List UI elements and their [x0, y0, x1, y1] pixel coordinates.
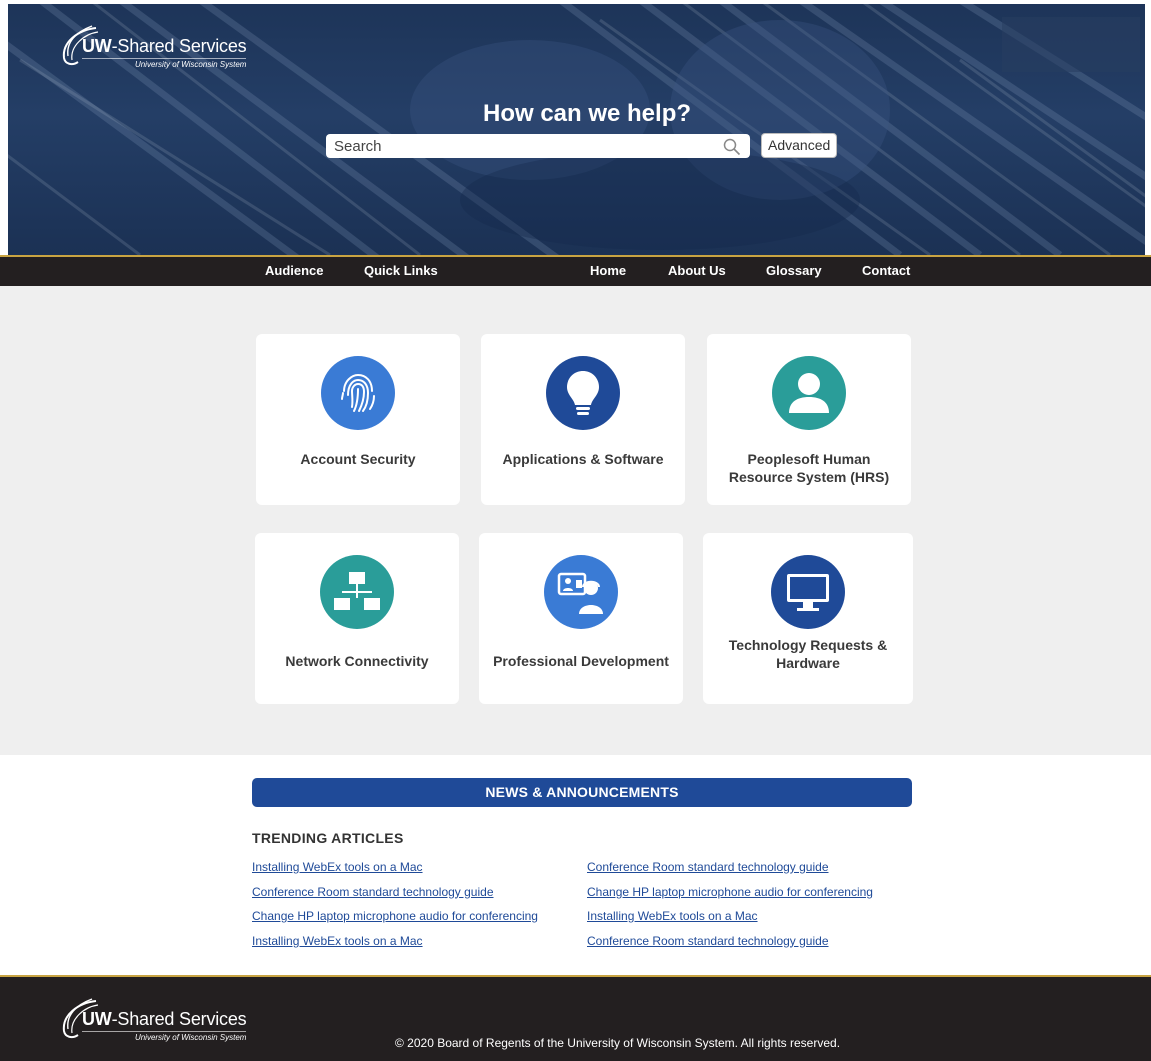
tile-label: Peoplesoft Human Resource System (HRS) [728, 451, 890, 485]
brand-name-bold: UW [82, 1009, 112, 1029]
trending-articles-heading: TRENDING ARTICLES [252, 830, 404, 846]
network-icon [320, 555, 394, 629]
article-link[interactable]: Conference Room standard technology guid… [587, 934, 873, 959]
brand-subtitle: University of Wisconsin System [82, 58, 247, 69]
footer: UW-Shared Services University of Wiscons… [0, 975, 1151, 1061]
copyright-text: © 2020 Board of Regents of the Universit… [395, 1036, 841, 1050]
tile-professional-development[interactable]: Professional Development [479, 533, 683, 704]
tile-technology-requests-hardware[interactable]: Technology Requests & Hardware [703, 533, 913, 704]
nav-item-home[interactable]: Home [590, 263, 626, 278]
tile-network-connectivity[interactable]: Network Connectivity [255, 533, 459, 704]
hero-banner: UW-Shared Services University of Wiscons… [0, 0, 1151, 255]
nav-item-contact[interactable]: Contact [862, 263, 910, 278]
lightbulb-icon [546, 356, 620, 430]
tile-label: Professional Development [493, 653, 669, 669]
footer-brand-logo[interactable]: UW-Shared Services University of Wiscons… [56, 997, 247, 1042]
tile-label: Account Security [300, 451, 416, 467]
tile-account-security[interactable]: Account Security [256, 334, 460, 505]
search-input[interactable] [326, 134, 706, 158]
article-link[interactable]: Change HP laptop microphone audio for co… [587, 885, 873, 910]
article-link[interactable]: Installing WebEx tools on a Mac [252, 860, 538, 885]
tile-peoplesoft-hrs[interactable]: Peoplesoft Human Resource System (HRS) [707, 334, 911, 505]
brand-name-bold: UW [82, 36, 112, 56]
article-link[interactable]: Installing WebEx tools on a Mac [252, 934, 538, 959]
brand-name-rest: -Shared Services [111, 1009, 247, 1029]
brand-logo[interactable]: UW-Shared Services University of Wiscons… [56, 24, 247, 69]
brand-name-rest: -Shared Services [111, 36, 247, 56]
monitor-icon [771, 555, 845, 629]
tile-applications-software[interactable]: Applications & Software [481, 334, 685, 505]
nav-item-quick-links[interactable]: Quick Links [364, 263, 438, 278]
brand-subtitle: University of Wisconsin System [82, 1031, 247, 1042]
fingerprint-icon [321, 356, 395, 430]
news-announcements-banner[interactable]: NEWS & ANNOUNCEMENTS [252, 778, 912, 807]
tile-label: Network Connectivity [285, 653, 429, 669]
nav-item-glossary[interactable]: Glossary [766, 263, 822, 278]
trending-articles-left: Installing WebEx tools on a Mac Conferen… [252, 860, 538, 958]
tile-label: Applications & Software [502, 451, 664, 467]
user-icon [772, 356, 846, 430]
article-link[interactable]: Change HP laptop microphone audio for co… [252, 909, 538, 934]
advanced-search-button[interactable]: Advanced [761, 133, 838, 158]
search-icon[interactable] [723, 138, 741, 156]
nav-item-about-us[interactable]: About Us [668, 263, 726, 278]
article-link[interactable]: Installing WebEx tools on a Mac [587, 909, 873, 934]
tile-label: Technology Requests & Hardware [728, 637, 888, 671]
hero-title: How can we help? [482, 100, 692, 127]
category-tiles-section: Account Security Applications & Software… [0, 286, 1151, 755]
trending-articles-right: Conference Room standard technology guid… [587, 860, 873, 958]
hero-overlay-box [1002, 17, 1140, 72]
article-link[interactable]: Conference Room standard technology guid… [252, 885, 538, 910]
main-nav: Audience Quick Links Home About Us Gloss… [0, 255, 1151, 286]
article-link[interactable]: Conference Room standard technology guid… [587, 860, 873, 885]
nav-item-audience[interactable]: Audience [265, 263, 324, 278]
search-box [326, 134, 750, 158]
video-conference-icon [544, 555, 618, 629]
